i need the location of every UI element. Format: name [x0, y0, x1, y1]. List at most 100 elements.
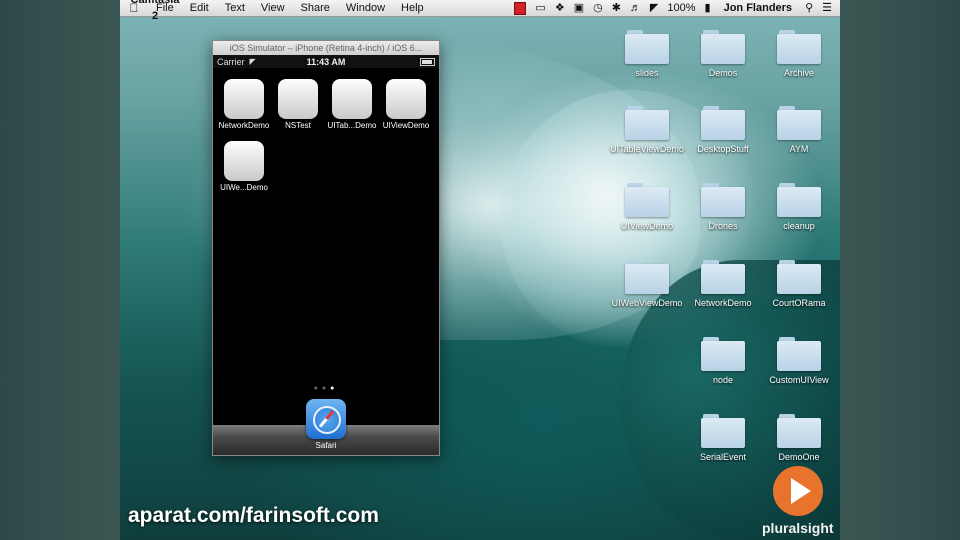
app-nstest[interactable]: NSTest	[271, 79, 325, 130]
menu-app-name[interactable]: Camtasia 2	[120, 0, 190, 24]
folder-drones[interactable]: Drones	[686, 183, 760, 232]
page-dot[interactable]: ●	[322, 385, 330, 392]
folder-icon[interactable]	[625, 183, 669, 217]
folder-icon[interactable]	[777, 414, 821, 448]
ios-simulator-window[interactable]: iOS Simulator – iPhone (Retina 4-inch) /…	[212, 40, 440, 456]
folder-icon[interactable]	[625, 260, 669, 294]
menu-extras: ▭ ❖ ▣ ◷ ✱ ♬ ◤ 100% ▮ Jon Flanders ⚲ ☰	[514, 0, 840, 16]
app-label: UITab...Demo	[327, 121, 377, 130]
app-label: UIViewDemo	[382, 121, 430, 130]
dock-app-safari[interactable]: Safari	[304, 399, 348, 450]
app-icon[interactable]	[278, 79, 318, 119]
folder-label[interactable]: slides	[610, 68, 684, 79]
folder-label[interactable]: UITableViewDemo	[610, 144, 684, 155]
folder-icon[interactable]	[701, 260, 745, 294]
menu-share[interactable]: Share	[293, 0, 338, 16]
app-uitabdemo[interactable]: UITab...Demo	[325, 79, 379, 130]
folder-icon[interactable]	[777, 183, 821, 217]
folder-label[interactable]: SerialEvent	[686, 452, 760, 463]
letterbox-right	[840, 0, 960, 540]
folder-node[interactable]: node	[686, 337, 760, 386]
search-icon[interactable]: ⚲	[805, 0, 813, 16]
folder-demoone[interactable]: DemoOne	[762, 414, 836, 463]
play-icon	[773, 466, 823, 516]
folder-label[interactable]: Demos	[686, 68, 760, 79]
app-icon[interactable]	[224, 79, 264, 119]
folder-networkdemo[interactable]: NetworkDemo	[686, 260, 760, 309]
folder-uitableviewdemo[interactable]: UITableViewDemo	[610, 106, 684, 155]
app-uiviewdemo[interactable]: UIViewDemo	[379, 79, 433, 130]
folder-icon[interactable]	[777, 30, 821, 64]
folder-icon[interactable]	[777, 260, 821, 294]
folder-label[interactable]: UIWebViewDemo	[610, 298, 684, 309]
spotlight-dot[interactable]: ●	[314, 385, 322, 392]
folder-label[interactable]: UIViewDemo	[610, 221, 684, 232]
aparat-watermark: aparat.com/farinsoft.com	[128, 504, 379, 527]
folder-demos[interactable]: Demos	[686, 30, 760, 79]
folder-uiviewdemo[interactable]: UIViewDemo	[610, 183, 684, 232]
folder-courtorama[interactable]: CourtORama	[762, 260, 836, 309]
ios-status-bar: Carrier ◤ 11:43 AM	[213, 55, 439, 68]
safari-label: Safari	[315, 441, 337, 450]
simulator-title[interactable]: iOS Simulator – iPhone (Retina 4-inch) /…	[213, 41, 439, 55]
folder-label[interactable]: DesktopStuff	[686, 144, 760, 155]
folder-label[interactable]: CustomUIView	[762, 375, 836, 386]
notification-center-icon[interactable]: ☰	[822, 0, 832, 16]
folder-icon[interactable]	[625, 106, 669, 140]
folder-uiwebviewdemo[interactable]: UIWebViewDemo	[610, 260, 684, 309]
folder-icon[interactable]	[777, 106, 821, 140]
folder-icon[interactable]	[701, 414, 745, 448]
safari-icon[interactable]	[306, 399, 346, 439]
folder-label[interactable]: CourtORama	[762, 298, 836, 309]
folder-label[interactable]: Archive	[762, 68, 836, 79]
folder-label[interactable]: NetworkDemo	[686, 298, 760, 309]
folder-serialevent[interactable]: SerialEvent	[686, 414, 760, 463]
page-dot-current[interactable]: ●	[330, 385, 338, 392]
folder-desktopstuff[interactable]: DesktopStuff	[686, 106, 760, 155]
time-machine-icon[interactable]: ◷	[593, 0, 603, 16]
folder-label[interactable]: DemoOne	[762, 452, 836, 463]
airplay-icon[interactable]: ▭	[535, 0, 545, 16]
app-uiwebdemo[interactable]: UIWe...Demo	[217, 141, 271, 192]
menu-view[interactable]: View	[253, 0, 293, 16]
menu-window[interactable]: Window	[338, 0, 393, 16]
app-icon[interactable]	[224, 141, 264, 181]
battery-icon	[420, 57, 435, 66]
folder-customuiview[interactable]: CustomUIView	[762, 337, 836, 386]
app-icon[interactable]	[332, 79, 372, 119]
folder-icon[interactable]	[777, 337, 821, 371]
app-label: NetworkDemo	[218, 121, 270, 130]
folder-label[interactable]: cleanup	[762, 221, 836, 232]
app-networkdemo[interactable]: NetworkDemo	[217, 79, 271, 130]
folder-icon[interactable]	[701, 30, 745, 64]
folder-label[interactable]: Drones	[686, 221, 760, 232]
bluetooth-icon[interactable]: ✱	[612, 0, 621, 16]
folder-label[interactable]: AYM	[762, 144, 836, 155]
menu-help[interactable]: Help	[393, 0, 432, 16]
record-icon[interactable]	[514, 1, 527, 15]
app-label: UIWe...Demo	[220, 183, 268, 192]
folder-slides[interactable]: slides	[610, 30, 684, 79]
lock-icon[interactable]: ▣	[574, 0, 584, 16]
folder-aym[interactable]: AYM	[762, 106, 836, 155]
app-icon[interactable]	[386, 79, 426, 119]
folder-cleanup[interactable]: cleanup	[762, 183, 836, 232]
user-name[interactable]: Jon Flanders	[720, 0, 796, 16]
menu-bar:  Camtasia 2 File Edit Text View Share W…	[120, 0, 840, 22]
folder-archive[interactable]: Archive	[762, 30, 836, 79]
page-indicator[interactable]: ●●●	[213, 385, 439, 392]
folder-icon[interactable]	[625, 30, 669, 64]
battery-icon[interactable]: ▮	[705, 0, 711, 16]
battery-percent[interactable]: 100%	[667, 0, 695, 16]
dropbox-icon[interactable]: ❖	[555, 0, 565, 16]
app-label: NSTest	[285, 121, 311, 130]
pluralsight-logo-text: pluralsight	[762, 520, 834, 536]
wifi-icon[interactable]: ◤	[650, 0, 658, 16]
volume-icon[interactable]: ♬	[630, 0, 641, 16]
folder-icon[interactable]	[701, 106, 745, 140]
menu-text[interactable]: Text	[217, 0, 253, 16]
folder-label[interactable]: node	[686, 375, 760, 386]
folder-icon[interactable]	[701, 183, 745, 217]
folder-icon[interactable]	[701, 337, 745, 371]
status-time: 11:43 AM	[306, 56, 346, 67]
